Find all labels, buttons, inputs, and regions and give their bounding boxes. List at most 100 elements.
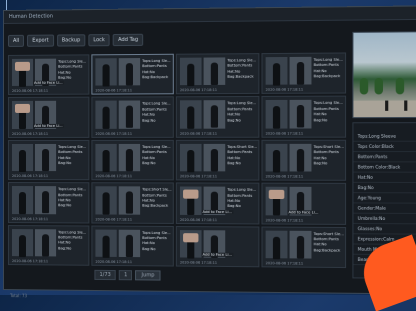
add-to-face-library-button[interactable]: Add to Face Li... (202, 209, 233, 213)
snapshot-thumbnail[interactable] (180, 58, 202, 86)
result-card[interactable]: Tops:Long Sle...Bottom:PantsHat:NoBag:No… (8, 54, 89, 95)
snapshot-thumbnail[interactable] (12, 59, 33, 87)
capture-timestamp: 2020-08-06 17:18:11 (180, 131, 217, 135)
snapshot-thumbnail[interactable] (12, 101, 33, 129)
result-card[interactable]: Tops:Short Sle...Bottom:PantsHat:NoBag:B… (261, 226, 346, 268)
snapshot-crop[interactable] (290, 230, 312, 258)
snapshot-thumbnail[interactable] (180, 187, 202, 215)
snapshot-crop[interactable] (204, 101, 226, 129)
attribute-line: Tops:Long Sle... (227, 188, 258, 194)
attribute-row: Tops:Long Sleeve (353, 131, 416, 141)
attribute-list: Tops:Short Sle...Bottom:PantsHat:NoBag:N… (227, 145, 258, 180)
page-input[interactable]: 1 (119, 270, 132, 280)
export-button[interactable]: Export (27, 35, 53, 47)
person-silhouette (273, 63, 280, 86)
result-card[interactable]: Tops:Short Sle...Bottom:PantsHat:NoBag:B… (91, 182, 173, 223)
snapshot-crop[interactable] (290, 100, 312, 128)
page-indicator: 1/73 (94, 270, 116, 280)
attribute-list: Tops:Long Sle...Bottom:PantsHat:NoBag:No (142, 145, 173, 180)
preview-tree (375, 78, 383, 95)
snapshot-crop[interactable] (204, 144, 226, 172)
capture-timestamp: 2020-08-06 17:18:11 (95, 174, 132, 178)
backup-button[interactable]: Backup (57, 34, 86, 46)
result-card[interactable]: Tops:Long Sle...Bottom:PantsHat:NoBag:No… (8, 140, 89, 181)
person-silhouette (126, 106, 133, 128)
result-card[interactable]: Tops:Long Sle...Bottom:PantsHat:NoBag:No… (91, 225, 173, 266)
result-card[interactable]: Add to Face Li...2020-08-06 17:18:11 (8, 97, 89, 138)
snapshot-thumbnail[interactable] (180, 101, 202, 129)
snapshot-crop[interactable] (35, 144, 56, 172)
attribute-list: Tops:Long Sle...Bottom:PantsHat:NoBag:No (58, 145, 88, 180)
filter-all-button[interactable]: All (8, 35, 24, 47)
result-card[interactable]: Tops:Long Sle...Bottom:PantsHat:NoBag:No… (8, 225, 89, 266)
person-silhouette (103, 235, 110, 257)
capture-timestamp: 2020-08-06 17:18:11 (180, 260, 217, 264)
snapshot-thumbnail[interactable] (95, 58, 116, 86)
snapshot-crop[interactable] (119, 229, 140, 257)
snapshot-thumbnail[interactable] (266, 230, 288, 258)
snapshot-crop[interactable] (290, 57, 312, 85)
snapshot-thumbnail[interactable] (266, 144, 288, 172)
add-tag-button[interactable]: Add Tag (113, 34, 143, 46)
person-silhouette (273, 106, 280, 128)
result-card[interactable]: Tops:Long Sle...Bottom:PantsHat:NoBag:Ba… (91, 54, 173, 95)
result-card[interactable]: Tops:Short Sle...Bottom:PantsHat:NoBag:N… (176, 140, 260, 181)
snapshot-thumbnail[interactable] (95, 144, 116, 172)
result-card[interactable]: Tops:Long Sle...Bottom:PantsHat:NoBag:No… (91, 97, 173, 138)
snapshot-crop[interactable] (119, 58, 140, 86)
snapshot-thumbnail[interactable] (12, 186, 33, 214)
result-card[interactable]: Add to Face Li... 2020-08-06 17:18:11 (176, 226, 260, 268)
attribute-list: Tops:Long Sle...Bottom:PantsHat:NoBag:No (227, 101, 258, 136)
result-card[interactable]: Tops:Long Sle...Bottom:PantsHat:NoBag:No… (176, 183, 260, 224)
capture-timestamp: 2020-08-06 17:18:11 (12, 89, 48, 93)
snapshot-crop[interactable] (119, 144, 140, 172)
attribute-line: Bag:No (142, 161, 173, 167)
person-silhouette (211, 63, 218, 85)
snapshot-thumbnail[interactable] (266, 187, 288, 215)
attribute-list: Tops:Long Sle...Bottom:PantsHat:NoBag:No (58, 187, 88, 222)
preview-image[interactable] (352, 31, 416, 118)
snapshot-crop[interactable] (290, 144, 312, 172)
person-silhouette (187, 150, 194, 172)
snapshot-crop[interactable] (204, 57, 226, 85)
person-silhouette (42, 234, 49, 256)
result-card[interactable]: Tops:Long Sle...Bottom:PantsHat:NoBag:No… (261, 96, 346, 138)
snapshot-thumbnail[interactable] (180, 144, 202, 172)
result-card[interactable]: Tops:Short Sle...Bottom:PantsHat:NoBag:N… (261, 140, 346, 181)
add-to-face-library-button[interactable]: Add to Face Li... (287, 210, 319, 214)
add-to-face-library-button[interactable]: Add to Face Li... (33, 124, 64, 128)
result-card[interactable]: Tops:Long Sle...Bottom:PantsHat:NoBag:No… (176, 96, 260, 137)
result-card[interactable]: Add to Face Li...2020-08-06 17:18:11 (261, 183, 346, 225)
attribute-list: Tops:Long Sle...Bottom:PantsHat:NoBag:No (142, 102, 173, 137)
attribute-line: Bag:No (314, 118, 345, 124)
result-card[interactable]: Tops:Long Sle...Bottom:PantsHat:NoBag:No… (91, 140, 173, 181)
status-text: Total: 73 (10, 293, 27, 298)
result-card[interactable]: Tops:Long Sle...Bottom:PantsHat:NoBag:Ba… (176, 53, 260, 95)
attribute-row: Glasses:No (353, 224, 416, 235)
person-silhouette (103, 107, 110, 129)
add-to-face-library-button[interactable]: Add to Face Li... (33, 81, 64, 85)
lock-button[interactable]: Lock (88, 34, 110, 46)
snapshot-thumbnail[interactable] (266, 57, 288, 85)
snapshot-thumbnail[interactable] (12, 229, 33, 257)
snapshot-thumbnail[interactable] (95, 101, 116, 129)
result-card[interactable]: Tops:Long Sle...Bottom:PantsHat:NoBag:No… (8, 182, 89, 223)
attribute-list: Tops:Short Sle...Bottom:PantsHat:NoBag:B… (142, 188, 173, 223)
attribute-line: Bag:No (58, 204, 88, 210)
person-silhouette (19, 235, 26, 257)
result-card[interactable]: Tops:Long Sle...Bottom:PantsHat:NoBag:Ba… (261, 52, 346, 94)
person-silhouette (187, 107, 194, 129)
add-to-face-library-button[interactable]: Add to Face Li... (202, 253, 233, 257)
snapshot-thumbnail[interactable] (266, 100, 288, 128)
snapshot-thumbnail[interactable] (95, 229, 116, 257)
snapshot-thumbnail[interactable] (12, 144, 33, 171)
snapshot-crop[interactable] (119, 101, 140, 129)
snapshot-crop[interactable] (35, 186, 56, 214)
attribute-row: Hat:No (353, 173, 416, 183)
snapshot-crop[interactable] (35, 229, 56, 257)
jump-button[interactable]: Jump (135, 270, 160, 280)
person-silhouette (211, 149, 218, 171)
snapshot-thumbnail[interactable] (95, 186, 116, 214)
snapshot-thumbnail[interactable] (180, 230, 202, 258)
snapshot-crop[interactable] (119, 187, 140, 215)
